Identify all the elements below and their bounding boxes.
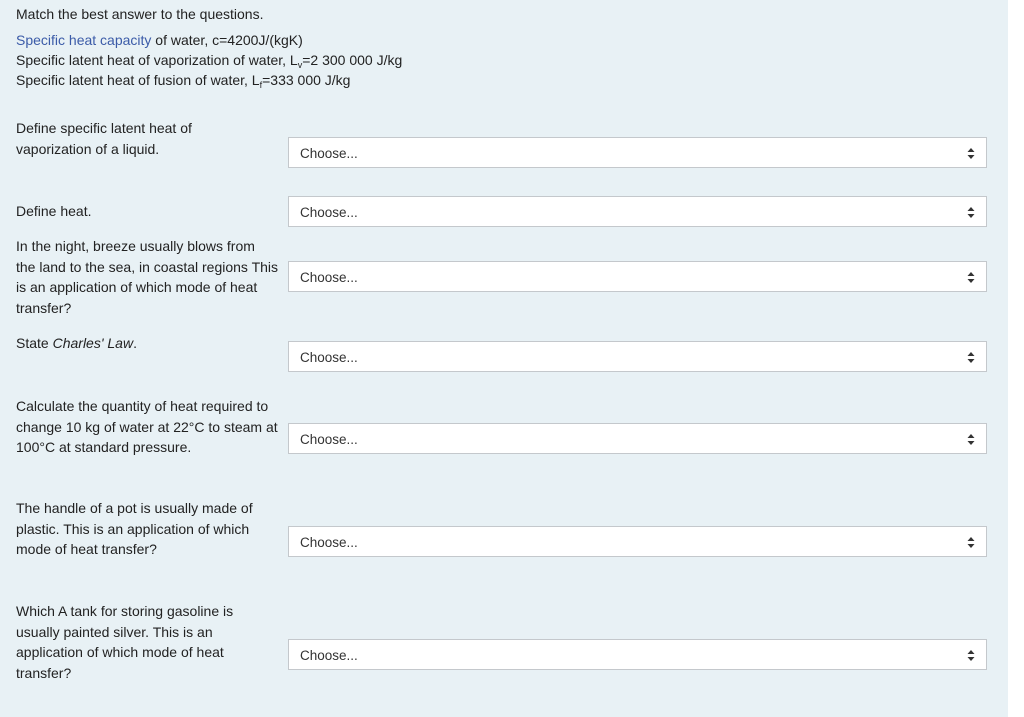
constant-text: =333 000 J/kg bbox=[262, 72, 351, 88]
constant-latent-vaporization: Specific latent heat of vaporization of … bbox=[16, 50, 402, 70]
question-text: Which A tank for storing gasoline is usu… bbox=[16, 603, 234, 681]
up-down-chevron-icon bbox=[967, 207, 975, 218]
instructions-text: Match the best answer to the questions. bbox=[16, 6, 264, 22]
select-value: Choose... bbox=[300, 648, 358, 663]
question-text: Define heat. bbox=[16, 203, 92, 219]
select-value: Choose... bbox=[300, 270, 358, 285]
question-text-part: . bbox=[133, 335, 137, 351]
select-value: Choose... bbox=[300, 350, 358, 365]
question-text-part: State bbox=[16, 335, 53, 351]
question-text: Define specific latent heat of vaporizat… bbox=[16, 120, 192, 157]
constant-text: Specific latent heat of fusion of water,… bbox=[16, 72, 260, 88]
question-text-emphasis: Charles' Law bbox=[52, 335, 134, 351]
up-down-chevron-icon bbox=[967, 148, 975, 159]
question-text: In the night, breeze usually blows from … bbox=[16, 238, 279, 316]
answer-select[interactable]: Choose... bbox=[288, 137, 987, 168]
answer-select[interactable]: Choose... bbox=[288, 341, 987, 372]
up-down-chevron-icon bbox=[967, 537, 975, 548]
question-text: The handle of a pot is usually made of p… bbox=[16, 500, 253, 557]
answer-select[interactable]: Choose... bbox=[288, 423, 987, 454]
quiz-panel: Match the best answer to the questions. … bbox=[0, 0, 1008, 717]
up-down-chevron-icon bbox=[967, 650, 975, 661]
up-down-chevron-icon bbox=[967, 434, 975, 445]
select-value: Choose... bbox=[300, 205, 358, 220]
up-down-chevron-icon bbox=[967, 272, 975, 283]
answer-select[interactable]: Choose... bbox=[288, 639, 987, 670]
constant-heat-capacity: Specific heat capacity of water, c=4200J… bbox=[16, 30, 402, 50]
answer-select[interactable]: Choose... bbox=[288, 526, 987, 557]
answer-select[interactable]: Choose... bbox=[288, 196, 987, 227]
answer-select[interactable]: Choose... bbox=[288, 261, 987, 292]
constant-latent-fusion: Specific latent heat of fusion of water,… bbox=[16, 70, 402, 90]
up-down-chevron-icon bbox=[967, 352, 975, 363]
specific-heat-capacity-link[interactable]: Specific heat capacity bbox=[16, 32, 151, 48]
constant-text: Specific latent heat of vaporization of … bbox=[16, 52, 298, 68]
select-value: Choose... bbox=[300, 535, 358, 550]
question-text: Calculate the quantity of heat required … bbox=[16, 398, 278, 455]
select-value: Choose... bbox=[300, 146, 358, 161]
constant-text: =2 300 000 J/kg bbox=[302, 52, 403, 68]
constant-text: of water, c=4200J/(kgK) bbox=[151, 32, 303, 48]
question-intro: Match the best answer to the questions. … bbox=[16, 4, 402, 90]
select-value: Choose... bbox=[300, 432, 358, 447]
question-text: State Charles' Law. bbox=[16, 333, 284, 354]
